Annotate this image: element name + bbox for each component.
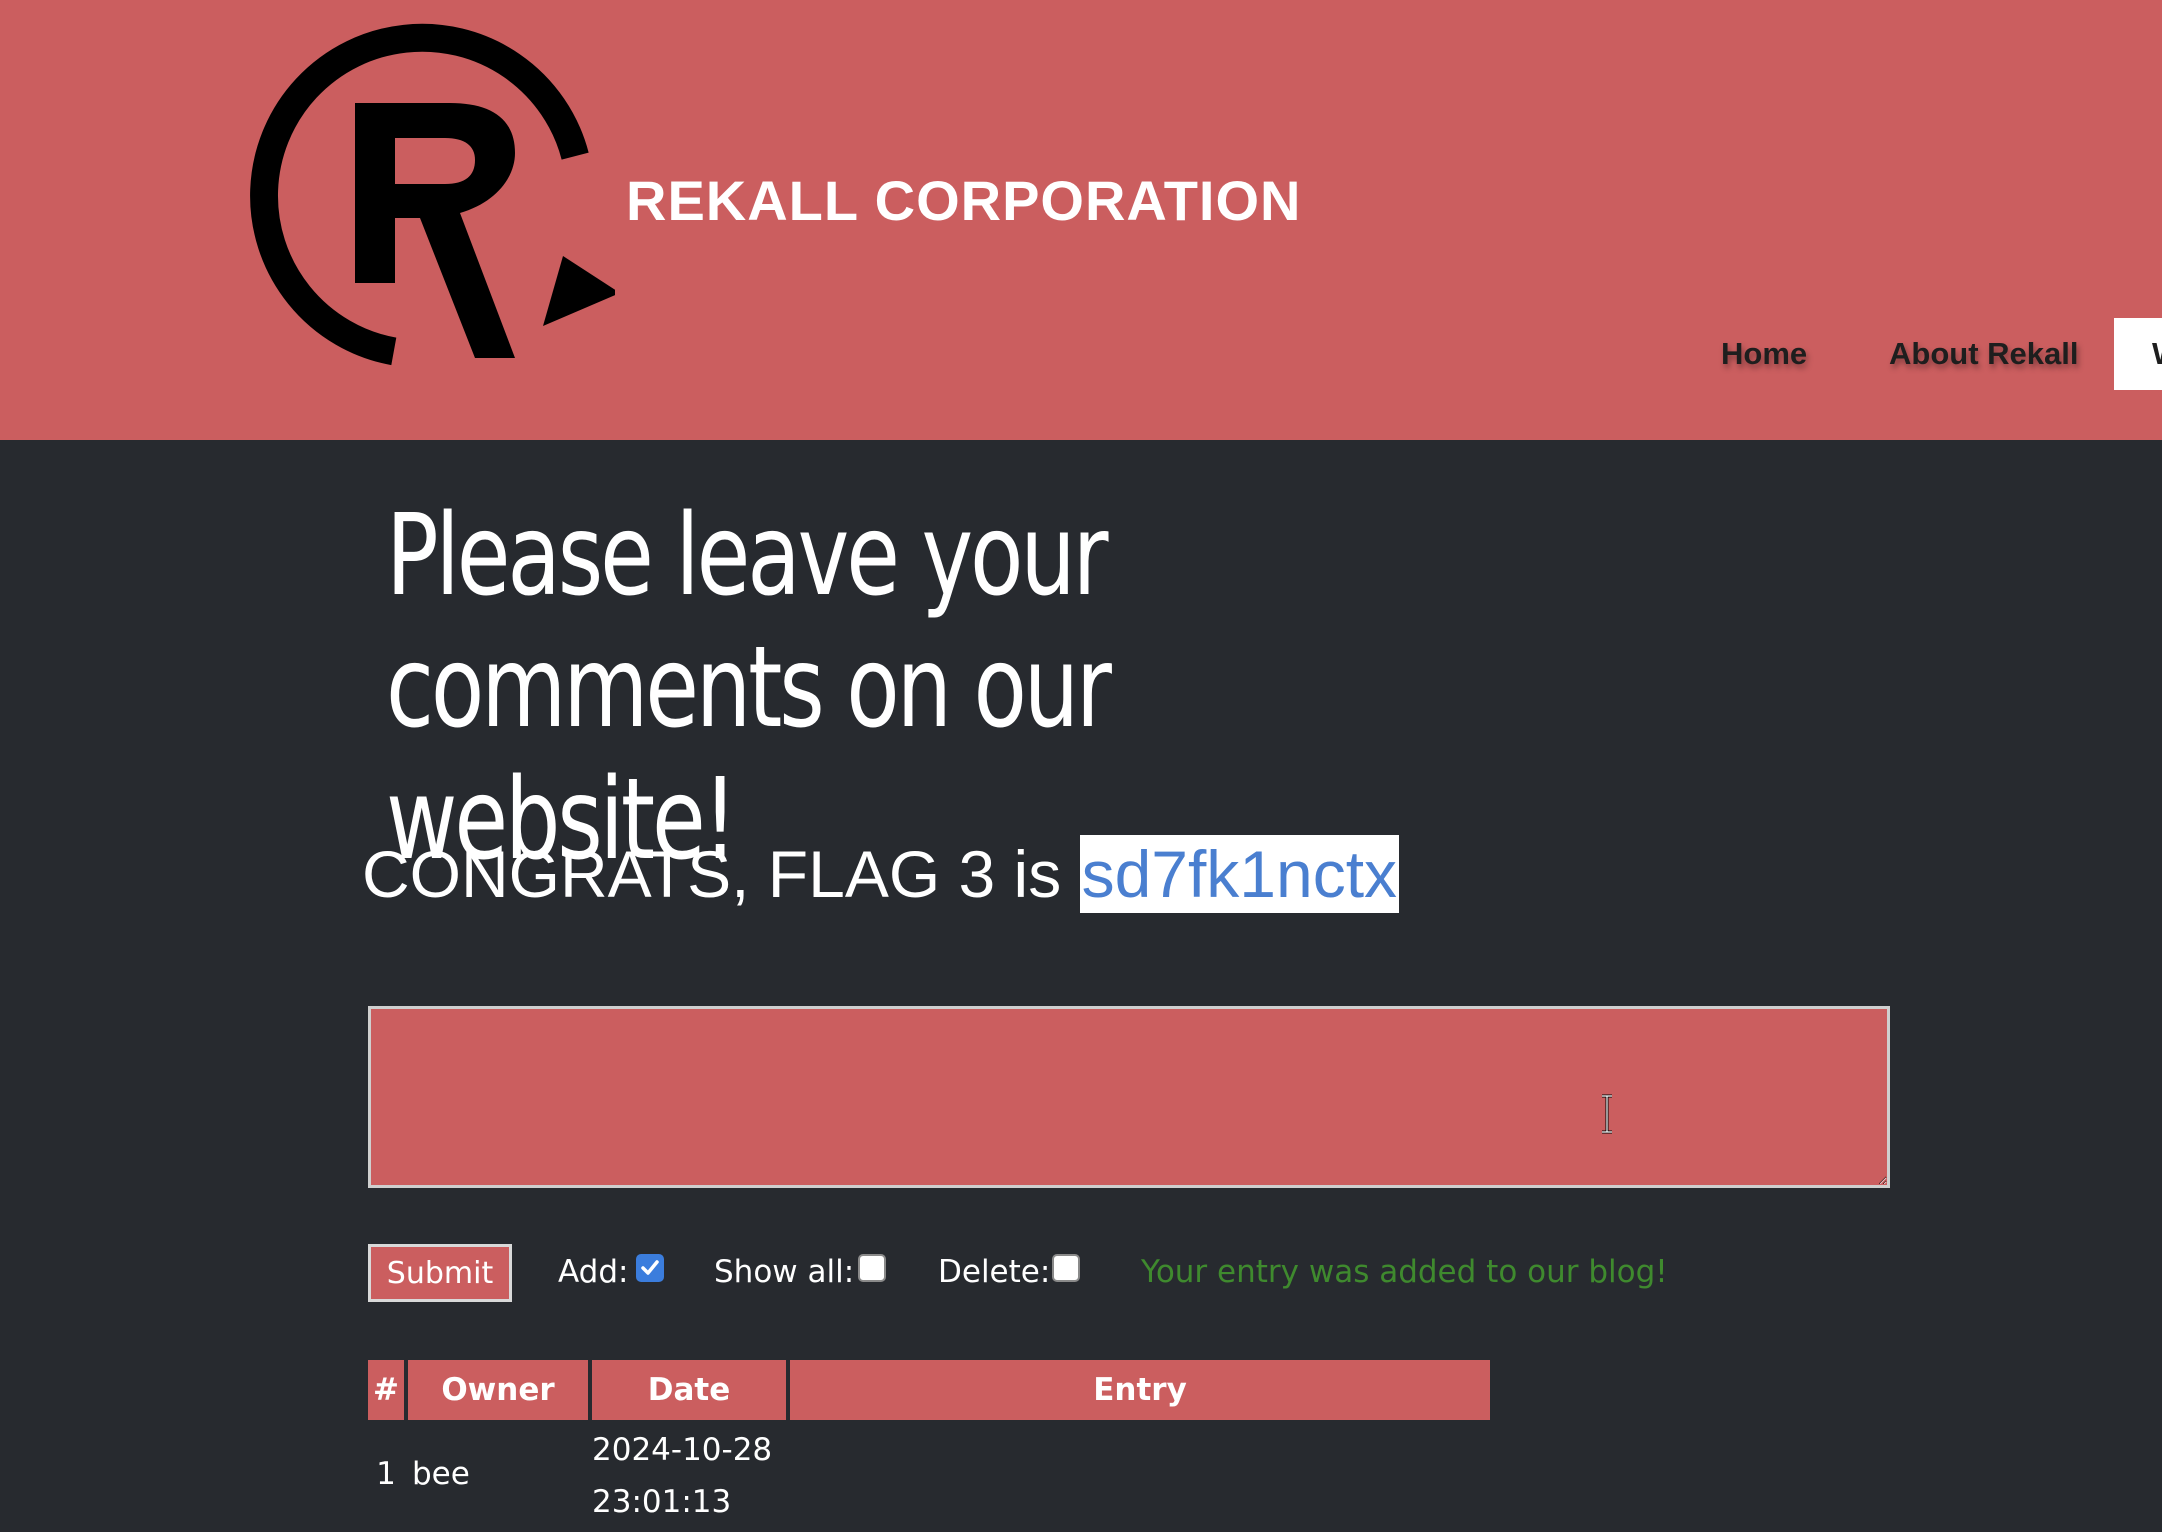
flag-message: CONGRATS, FLAG 3 is sd7fk1nctx bbox=[362, 835, 1400, 913]
show-all-checkbox[interactable] bbox=[858, 1254, 886, 1282]
row-entry bbox=[790, 1420, 1490, 1528]
nav-active-label: W bbox=[2152, 336, 2162, 372]
table-header-row: # Owner Date Entry bbox=[368, 1360, 1490, 1420]
row-number: 1 bbox=[376, 1456, 396, 1492]
add-checkbox[interactable] bbox=[636, 1254, 664, 1282]
delete-checkbox[interactable] bbox=[1052, 1254, 1080, 1282]
site-header: REKALL CORPORATION Home About Rekall W bbox=[0, 0, 2162, 440]
text-cursor-icon bbox=[1602, 1094, 1612, 1134]
brand-name: REKALL CORPORATION bbox=[626, 169, 1302, 232]
row-date-time: 23:01:13 bbox=[592, 1484, 732, 1520]
flag-value: sd7fk1nctx bbox=[1079, 835, 1400, 913]
page-title: Please leave your comments on our websit… bbox=[386, 491, 1112, 885]
nav-active-tab[interactable]: W bbox=[2114, 318, 2162, 390]
nav-about-link[interactable]: About Rekall bbox=[1889, 336, 2078, 372]
flag-prefix: CONGRATS, FLAG 3 is bbox=[362, 837, 1080, 911]
show-all-label: Show all: bbox=[714, 1254, 855, 1290]
row-date: 2024-10-28 23:01:13 bbox=[592, 1420, 786, 1528]
comment-controls: Submit Add: Show all: Delete: Your entry… bbox=[0, 1240, 2162, 1310]
column-header-date: Date bbox=[592, 1360, 786, 1420]
checkmark-icon bbox=[641, 1260, 659, 1275]
nav-home-link[interactable]: Home bbox=[1721, 336, 1807, 372]
delete-label: Delete: bbox=[938, 1254, 1051, 1290]
column-header-number: # bbox=[368, 1360, 404, 1420]
add-label: Add: bbox=[558, 1254, 629, 1290]
submit-button[interactable]: Submit bbox=[368, 1244, 512, 1302]
blog-entries-table: # Owner Date Entry 1 bee 2024-10-28 23:0… bbox=[364, 1360, 1494, 1528]
rekall-logo-icon[interactable] bbox=[245, 8, 615, 378]
row-owner: bee bbox=[412, 1456, 470, 1492]
status-message: Your entry was added to our blog! bbox=[1141, 1254, 1668, 1290]
table-row: 1 bee 2024-10-28 23:01:13 bbox=[368, 1420, 1490, 1528]
comment-textarea[interactable] bbox=[368, 1006, 1890, 1188]
column-header-owner: Owner bbox=[408, 1360, 588, 1420]
column-header-entry: Entry bbox=[790, 1360, 1490, 1420]
row-date-day: 2024-10-28 bbox=[592, 1432, 773, 1468]
